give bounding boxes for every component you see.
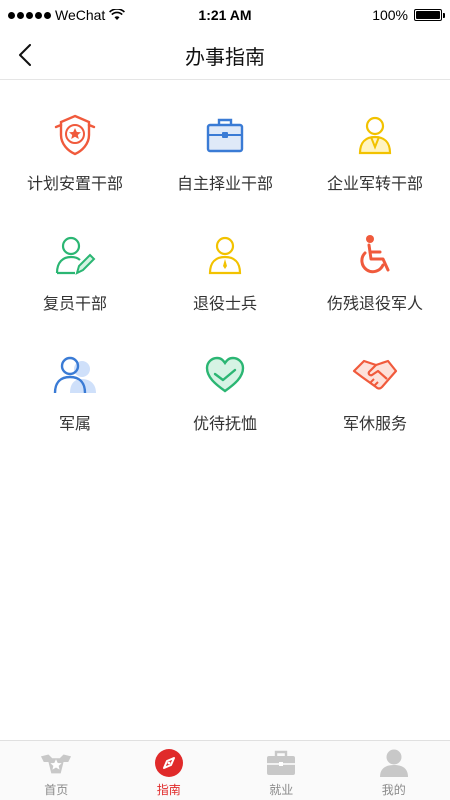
grid-item-planned-placement[interactable]: 计划安置干部: [0, 100, 150, 220]
family-icon: [53, 356, 96, 394]
officer-person-icon: [358, 116, 392, 155]
grid-item-enterprise-cadre[interactable]: 企业军转干部: [300, 100, 450, 220]
tab-mine[interactable]: 我的: [338, 741, 450, 800]
tab-label: 首页: [44, 783, 69, 797]
nav-bar: 办事指南: [0, 30, 450, 80]
tab-bar: 首页 指南 就业 我的: [0, 740, 450, 800]
status-right: 100%: [372, 7, 445, 23]
grid-item-label: 优待抚恤: [192, 416, 257, 433]
grid-item-label: 退役士兵: [192, 296, 257, 313]
grid-item-self-employment[interactable]: 自主择业干部: [150, 100, 300, 220]
grid-item-military-family[interactable]: 军属: [0, 340, 150, 460]
user-icon: [379, 749, 408, 777]
grid-item-retired-soldier[interactable]: 退役士兵: [150, 220, 300, 340]
handshake-icon: [352, 359, 398, 390]
status-bar: WeChat 1:21 AM 100%: [0, 0, 450, 30]
briefcase-icon: [267, 750, 296, 775]
grid-item-label: 企业军转干部: [326, 176, 423, 193]
tab-label: 就业: [269, 783, 294, 797]
battery-percent: 100%: [372, 7, 408, 23]
grid-item-label: 计划安置干部: [26, 176, 123, 193]
grid-item-retirement-service[interactable]: 军休服务: [300, 340, 450, 460]
person-edit-icon: [55, 236, 96, 275]
compass-icon: [154, 749, 183, 777]
battery-level: [416, 11, 440, 19]
tab-employment[interactable]: 就业: [225, 741, 338, 800]
grid-item-disabled-veteran[interactable]: 伤残退役军人: [300, 220, 450, 340]
medal-star-icon: [54, 114, 96, 156]
heart-hands-icon: [205, 356, 245, 393]
grid-item-label: 复员干部: [42, 296, 107, 313]
tab-label: 我的: [381, 783, 406, 797]
home-star-icon: [41, 754, 72, 774]
tab-label: 指南: [156, 783, 181, 797]
battery-icon: [414, 9, 445, 21]
wheelchair-icon: [360, 235, 390, 274]
tab-home[interactable]: 首页: [0, 741, 113, 800]
grid-item-preferential-care[interactable]: 优待抚恤: [150, 340, 300, 460]
grid-item-label: 军属: [58, 416, 91, 433]
tab-guide[interactable]: 指南: [113, 741, 226, 800]
grid-item-label: 伤残退役军人: [326, 296, 423, 313]
briefcase-icon: [206, 118, 244, 153]
page-title: 办事指南: [185, 47, 265, 69]
grid-item-demobilized-cadre[interactable]: 复员干部: [0, 220, 150, 340]
grid-item-label: 自主择业干部: [176, 176, 273, 193]
soldier-icon: [208, 236, 242, 275]
service-grid: 计划安置干部 自主择业干部 企业军转干部 复员干部 退役士兵 伤残退役军人 军属…: [0, 100, 450, 460]
grid-item-label: 军休服务: [342, 416, 407, 433]
